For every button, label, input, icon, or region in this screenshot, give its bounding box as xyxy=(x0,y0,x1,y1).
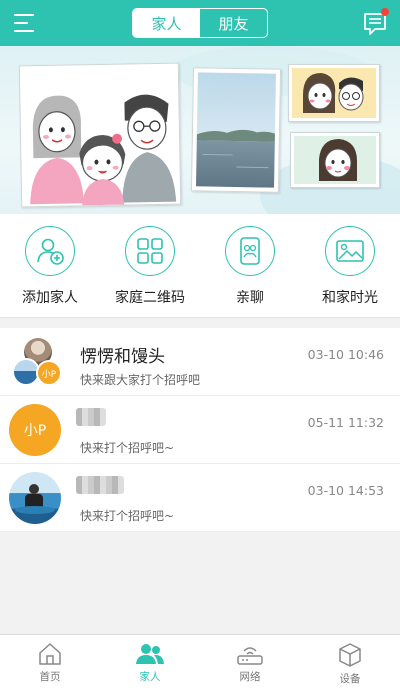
chat-time: 03-10 14:53 xyxy=(307,483,384,498)
chat-name: 愣愣和馒头 xyxy=(80,347,165,367)
nav-family-label: 家人 xyxy=(139,671,161,683)
chat-item-group[interactable]: 小P 愣愣和馒头 快来跟大家打个招呼吧 03-10 10:46 xyxy=(0,328,400,396)
nav-devices[interactable]: 设备 xyxy=(300,635,400,691)
blurred-name xyxy=(76,476,124,494)
nav-home[interactable]: 首页 xyxy=(0,635,100,691)
photo-album-icon xyxy=(336,240,364,262)
router-icon xyxy=(237,647,263,665)
family-cartoon-photo xyxy=(18,62,182,208)
home-icon xyxy=(39,643,61,665)
add-family-label: 添加家人 xyxy=(22,290,78,306)
chat-preview: 快来打个招呼吧~ xyxy=(80,509,175,523)
family-moments-label: 和家时光 xyxy=(322,290,378,306)
chat-item-xiaop[interactable]: 小P 快来打个招呼吧~ 05-11 11:32 xyxy=(0,396,400,464)
chat-item-contact[interactable]: 快来打个招呼吧~ 03-10 14:53 xyxy=(0,464,400,532)
menu-icon[interactable] xyxy=(14,13,36,33)
lake-photo xyxy=(190,67,282,193)
avatar: 小P xyxy=(9,404,61,456)
chat-phone-icon xyxy=(240,237,260,265)
add-family-icon xyxy=(37,238,64,265)
family-chat-label: 亲聊 xyxy=(236,290,264,306)
nav-network[interactable]: 网络 xyxy=(200,635,300,691)
chat-preview: 快来打个招呼吧~ xyxy=(80,441,175,455)
family-qrcode-label: 家庭二维码 xyxy=(115,290,185,306)
nav-network-label: 网络 xyxy=(239,671,261,683)
nav-family[interactable]: 家人 xyxy=(100,635,200,691)
cube-icon xyxy=(339,643,361,667)
tab-family[interactable]: 家人 xyxy=(133,9,200,37)
nav-home-label: 首页 xyxy=(39,671,61,683)
unread-dot xyxy=(381,8,389,16)
avatar xyxy=(9,472,61,524)
blurred-name xyxy=(76,408,106,426)
nav-devices-label: 设备 xyxy=(339,673,361,685)
family-moments-button[interactable]: 和家时光 xyxy=(300,226,400,307)
quick-actions: 添加家人 家庭二维码 亲聊 和家时光 xyxy=(0,214,400,318)
chat-preview: 快来跟大家打个招呼吧 xyxy=(80,373,201,387)
family-banner[interactable] xyxy=(0,46,400,214)
chat-list: 小P 愣愣和馒头 快来跟大家打个招呼吧 03-10 10:46 小P 快来打个招… xyxy=(0,328,400,532)
couple-cartoon-photo xyxy=(288,64,380,122)
qrcode-icon xyxy=(137,238,163,264)
bottom-nav: 首页 家人 网络 设备 xyxy=(0,634,400,691)
family-qrcode-button[interactable]: 家庭二维码 xyxy=(100,226,200,307)
girl-cartoon-photo xyxy=(290,132,380,188)
group-avatar: 小P xyxy=(12,338,66,388)
family-icon xyxy=(136,644,164,664)
family-chat-button[interactable]: 亲聊 xyxy=(200,226,300,307)
chat-time: 03-10 10:46 xyxy=(307,347,384,362)
add-family-button[interactable]: 添加家人 xyxy=(0,226,100,307)
tab-friends[interactable]: 朋友 xyxy=(200,9,267,37)
chat-time: 05-11 11:32 xyxy=(307,415,384,430)
family-friends-tabs: 家人 朋友 xyxy=(132,8,268,38)
top-bar: 家人 朋友 xyxy=(0,0,400,46)
